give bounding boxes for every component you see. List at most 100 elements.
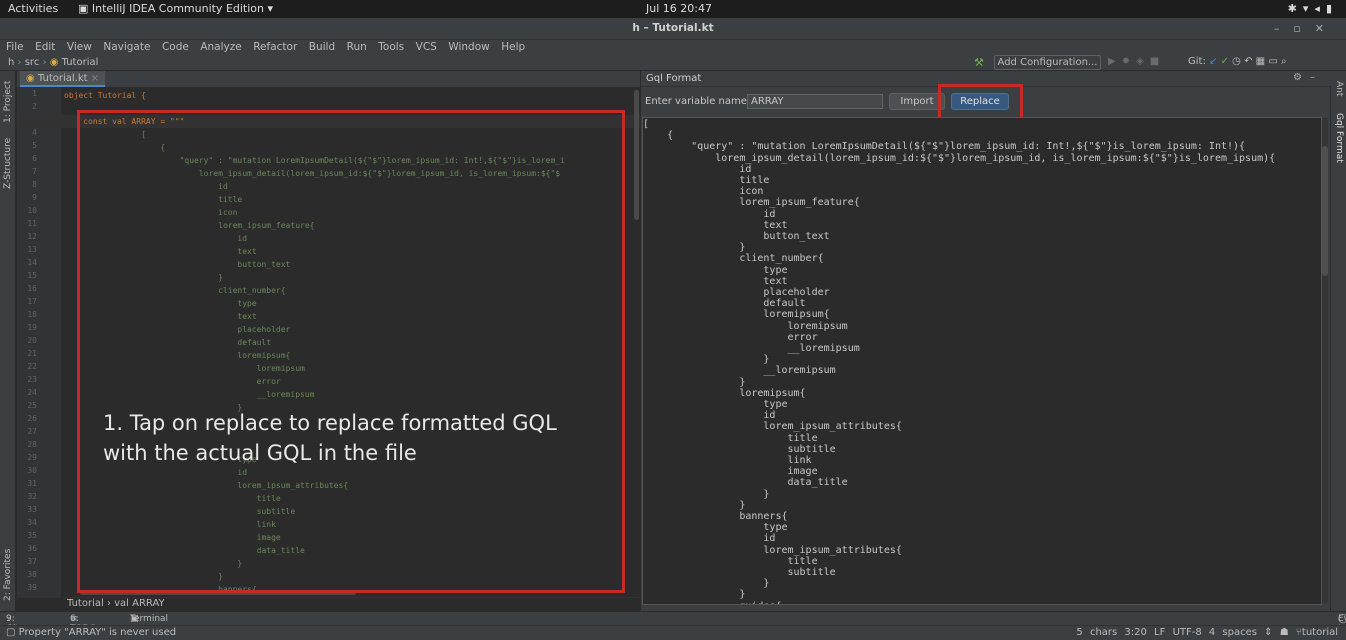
hammer-icon[interactable]: ⚒ <box>974 56 984 69</box>
line-number: 14 <box>27 258 37 267</box>
line-number: 4 <box>32 128 37 137</box>
gql-line: data_title <box>643 477 848 489</box>
git-toolbar: Git: ↙ ✓ ◷ ↶ ▦ ▭ ⌕ <box>1188 56 1287 67</box>
annotation-text: 1. Tap on replace to replace formatted G… <box>103 408 557 468</box>
app-menu[interactable]: ▣ IntelliJ IDEA Community Edition ▾ <box>78 2 273 15</box>
gql-line: } <box>643 376 746 388</box>
menu-window[interactable]: Window <box>448 40 489 54</box>
minimize-button[interactable]: – <box>1274 22 1294 35</box>
add-configuration-button[interactable]: Add Configuration... <box>994 55 1101 70</box>
debug-icon[interactable]: ✸ <box>1122 56 1136 67</box>
line-number: 10 <box>27 206 37 215</box>
history-icon[interactable]: ◷ <box>1232 56 1241 67</box>
gql-line: } <box>643 354 770 366</box>
menu-help[interactable]: Help <box>501 40 525 54</box>
favorites-tool-button[interactable]: 2: Favorites <box>3 549 13 601</box>
gql-format-tool-button[interactable]: Gql Format <box>1334 113 1344 163</box>
gear-icon[interactable]: ⚙ <box>1293 72 1310 83</box>
menu-file[interactable]: File <box>6 40 24 54</box>
project-structure-icon[interactable]: ▦ <box>1256 56 1265 67</box>
maximize-button[interactable]: ▫ <box>1293 22 1314 35</box>
gql-line: icon <box>643 186 764 198</box>
intellij-icon: ▣ <box>78 2 92 15</box>
gql-line: default <box>643 298 806 310</box>
gql-line: title <box>643 432 818 444</box>
right-tool-strip: Ant Gql Format <box>1330 71 1346 611</box>
status-info: 5 chars 3:20 LF UTF-8 4 spaces ⇕ ☗ ⑂tuto… <box>1076 627 1338 638</box>
window-controls: –▫✕ <box>1274 22 1338 35</box>
window-icon: ▢ <box>6 627 19 638</box>
inspector-icon[interactable]: ☗ <box>1280 627 1289 638</box>
menu-view[interactable]: View <box>67 40 92 54</box>
git-commit-icon[interactable]: ✓ <box>1221 56 1229 67</box>
search-icon[interactable]: ⌕ <box>1281 56 1287 67</box>
lock-icon[interactable]: ⇕ <box>1264 627 1272 638</box>
import-button[interactable]: Import <box>889 93 945 110</box>
breadcrumb-project[interactable]: h <box>8 57 14 68</box>
layout-icon[interactable]: ▭ <box>1268 56 1277 67</box>
close-tab-icon[interactable]: × <box>91 73 99 84</box>
stop-icon[interactable]: ■ <box>1150 56 1165 67</box>
menu-code[interactable]: Code <box>162 40 189 54</box>
structure-tool-button[interactable]: Z-Structure <box>3 138 13 189</box>
line-number: 1 <box>32 89 37 98</box>
menu-run[interactable]: Run <box>347 40 367 54</box>
gql-line: } <box>643 499 746 511</box>
menu-analyze[interactable]: Analyze <box>200 40 241 54</box>
editor-tab[interactable]: ◉ Tutorial.kt × <box>20 71 106 87</box>
ant-tool-button[interactable]: Ant <box>1334 81 1344 96</box>
status-message[interactable]: ▢ Property "ARRAY" is never used <box>6 627 176 638</box>
terminal-tool-label: Terminal <box>130 614 169 624</box>
line-number: 9 <box>32 193 37 202</box>
coverage-icon[interactable]: ◈ <box>1136 56 1150 67</box>
caret-info[interactable]: 5 chars 3:20 LF UTF-8 4 spaces <box>1076 627 1257 638</box>
system-tray[interactable]: ✱▾◂▮ <box>1288 2 1338 15</box>
chevron-right-icon: › <box>17 57 25 68</box>
line-number: 32 <box>27 492 37 501</box>
git-update-icon[interactable]: ↙ <box>1209 56 1217 67</box>
menu-build[interactable]: Build <box>309 40 335 54</box>
git-branch[interactable]: tutorial <box>1302 627 1338 638</box>
line-number: 27 <box>27 427 37 436</box>
menu-vcs[interactable]: VCS <box>416 40 437 54</box>
line-number: 16 <box>27 284 37 293</box>
gql-line: } <box>643 578 770 590</box>
menu-refactor[interactable]: Refactor <box>253 40 297 54</box>
menu-edit[interactable]: Edit <box>35 40 55 54</box>
panel-header-icons: ⚙– <box>1293 72 1323 83</box>
line-number: 20 <box>27 336 37 345</box>
line-number: 21 <box>27 349 37 358</box>
breadcrumb-folder[interactable]: src <box>25 57 40 68</box>
editor-tab-bar: ◉ Tutorial.kt × <box>17 71 640 87</box>
breadcrumb-file[interactable]: Tutorial <box>62 57 99 68</box>
editor-breadcrumb-text[interactable]: Tutorial › val ARRAY <box>67 598 165 609</box>
run-icon[interactable]: ▶ <box>1108 56 1122 67</box>
menu-tools[interactable]: Tools <box>378 40 404 54</box>
editor-scrollbar[interactable] <box>634 90 639 220</box>
line-number: 19 <box>27 323 37 332</box>
project-tool-button[interactable]: 1: Project <box>3 81 13 123</box>
variable-name-input[interactable]: ARRAY <box>747 94 883 109</box>
line-number: 22 <box>27 362 37 371</box>
line-number: 35 <box>27 531 37 540</box>
line-number: 17 <box>27 297 37 306</box>
line-number: 28 <box>27 440 37 449</box>
gql-output-area[interactable]: [ { "query" : "mutation LoremIpsumDetail… <box>642 117 1322 605</box>
gql-line: } <box>643 589 746 601</box>
breadcrumb: h › src › ◉ Tutorial <box>8 57 98 68</box>
gql-line: loremipsum <box>643 320 848 332</box>
line-number: 5 <box>32 141 37 150</box>
gql-scrollbar[interactable] <box>1322 118 1328 603</box>
clock[interactable]: Jul 16 20:47 <box>646 2 712 15</box>
gql-scroll-thumb[interactable] <box>1322 146 1328 276</box>
close-button[interactable]: ✕ <box>1315 22 1338 35</box>
status-message-text: Property "ARRAY" is never used <box>18 627 177 638</box>
hide-icon[interactable]: – <box>1310 72 1323 83</box>
rollback-icon[interactable]: ↶ <box>1244 56 1252 67</box>
menu-bar: File Edit View Navigate Code Analyze Ref… <box>0 40 1346 55</box>
menu-navigate[interactable]: Navigate <box>103 40 150 54</box>
activities-button[interactable]: Activities <box>8 2 58 15</box>
line-number: 2 <box>32 102 37 111</box>
gql-line: id <box>643 533 776 545</box>
line-number: 31 <box>27 479 37 488</box>
